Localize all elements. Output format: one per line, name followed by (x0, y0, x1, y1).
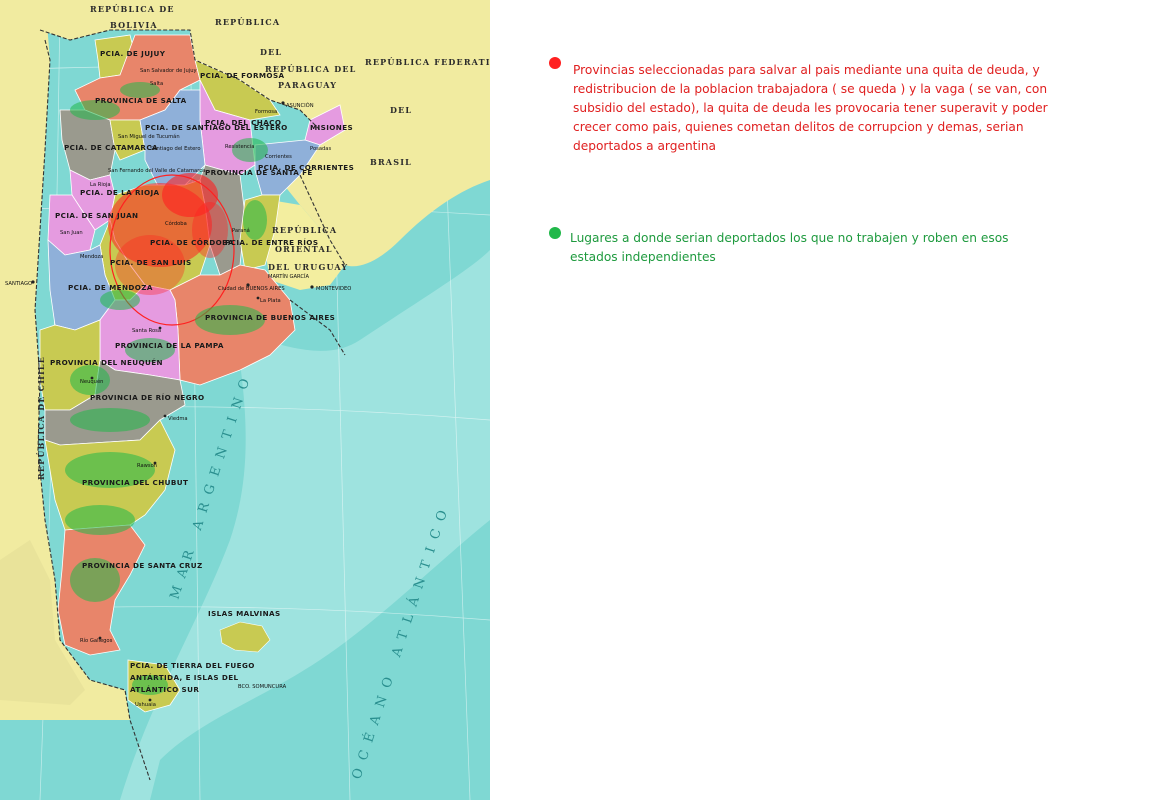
city-la-plata: La Plata (260, 298, 281, 304)
city-santiago: SANTIAGO (5, 281, 32, 287)
city-san-juan: San Juan (60, 230, 83, 236)
label-brasil-4: DEL (390, 105, 412, 115)
label-la-pampa: PROVINCIA DE LA PAMPA (115, 341, 224, 350)
legend-green-text: Lugares a donde serian deportados los qu… (570, 231, 1009, 264)
label-cordoba: PCIA. DE CÓRDOBA (150, 238, 234, 247)
label-la-rioja: PCIA. DE LA RIOJA (80, 188, 160, 197)
city-catamarca: San Fernando del Valle de Catamarca (108, 168, 205, 174)
label-neuquen: PROVINCIA DEL NEUQUÉN (50, 358, 163, 367)
city-santa-rosa: Santa Rosa (132, 328, 161, 334)
label-catamarca: PCIA. DE CATAMARCA (64, 143, 158, 152)
city-la-rioja: La Rioja (90, 182, 111, 188)
city-viedma: Viedma (168, 416, 188, 422)
city-mendoza: Mendoza (80, 254, 103, 260)
label-uruguay-3: DEL URUGUAY (268, 262, 348, 272)
label-bolivia-1: REPÚBLICA DE (90, 4, 175, 14)
label-jujuy: PCIA. DE JUJUY (100, 49, 166, 58)
label-tierra-del-fuego-1: PCIA. DE TIERRA DEL FUEGO (130, 661, 255, 670)
city-formosa: Formosa (255, 109, 277, 115)
city-martin-garcia: MARTÍN GARCÍA (268, 273, 310, 280)
label-entre-rios: PCIA. DE ENTRE RÍOS (225, 238, 318, 247)
city-santiago-estero: Santiago del Estero (150, 146, 201, 152)
label-santa-fe: PROVINCIA DE SANTA FE (205, 168, 313, 177)
label-santa-cruz: PROVINCIA DE SANTA CRUZ (82, 561, 203, 570)
label-uruguay-1: REPÚBLICA (272, 225, 337, 235)
label-brasil-5: BRASIL (370, 157, 412, 167)
label-banco: BCO. SOMUNCURA (238, 684, 287, 690)
city-salta: Salta (150, 81, 163, 87)
label-brasil-2: DEL (260, 47, 282, 57)
city-resistencia: Resistencia (225, 144, 254, 150)
label-misiones: MISIONES (310, 123, 353, 132)
label-san-juan: PCIA. DE SAN JUAN (55, 211, 138, 220)
legend-red-dot (549, 57, 561, 69)
city-tucuman: San Miguel de Tucumán (118, 133, 180, 140)
label-salta: PROVINCIA DE SALTA (95, 96, 187, 105)
city-ushuaia: Ushuaia (135, 702, 156, 708)
city-neuquen: Neuquén (80, 378, 103, 385)
city-posadas: Posadas (310, 146, 331, 152)
city-jujuy: San Salvador de Jujuy (140, 68, 197, 74)
city-cordoba: Córdoba (165, 220, 187, 227)
label-brasil-3: REPÚBLICA FEDERATIVA (365, 57, 490, 67)
label-malvinas: ISLAS MALVINAS (208, 609, 281, 618)
legend-red-text: Provincias seleccionadas para salvar al … (573, 63, 1048, 153)
city-montevideo: MONTEVIDEO (316, 286, 351, 292)
city-parana: Paraná (232, 227, 250, 234)
label-santiago: PCIA. DE SANTIAGO DEL ESTERO (145, 123, 288, 132)
label-formosa: PCIA. DE FORMOSA (200, 71, 285, 80)
label-chubut: PROVINCIA DEL CHUBUT (82, 478, 188, 487)
city-asuncion: ASUNCIÓN (286, 102, 314, 109)
label-bolivia-2: BOLIVIA (110, 20, 158, 30)
label-chile: REPÚBLICA DE CHILE (36, 356, 46, 480)
label-san-luis: PCIA. DE SAN LUIS (110, 258, 192, 267)
argentina-political-map: REPÚBLICA DE BOLIVIA REPÚBLICA DEL REPÚB… (0, 0, 490, 800)
label-paraguay-2: PARAGUAY (278, 80, 337, 90)
label-tierra-del-fuego-2: ANTÁRTIDA, E ISLAS DEL (130, 673, 239, 682)
city-rio-gallegos: Río Gallegos (80, 637, 113, 644)
label-brasil-1: REPÚBLICA (215, 17, 280, 27)
label-rio-negro: PROVINCIA DE RÍO NEGRO (90, 393, 204, 402)
label-tierra-del-fuego-3: ATLÁNTICO SUR (130, 685, 199, 694)
label-mendoza: PCIA. DE MENDOZA (68, 283, 153, 292)
legend-green-dot (549, 227, 561, 239)
city-corrientes: Corrientes (265, 154, 292, 160)
city-rawson: Rawson (137, 463, 157, 469)
city-buenos-aires: Ciudad de BUENOS AIRES (218, 286, 285, 292)
label-buenos-aires: PROVINCIA DE BUENOS AIRES (205, 313, 335, 322)
